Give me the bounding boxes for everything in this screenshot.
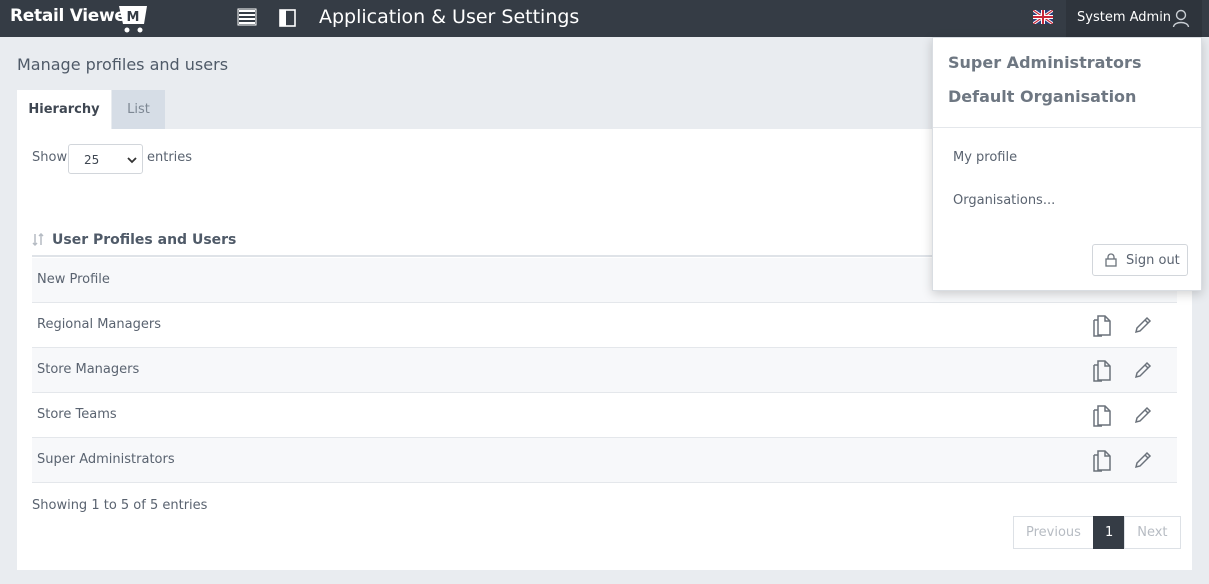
next-page-button[interactable]: Next (1124, 516, 1181, 549)
page-size-value: 25 (84, 153, 100, 167)
user-name: System Admin (1077, 10, 1172, 25)
copy-icon[interactable] (1091, 314, 1113, 338)
logo-mark: M (127, 10, 140, 25)
copy-icon[interactable] (1091, 449, 1113, 473)
app-logo[interactable]: Retail Viewer (10, 4, 134, 34)
sign-out-button[interactable]: Sign out (1092, 244, 1188, 276)
logo-cart-icon: M (119, 6, 147, 33)
show-label: Show (32, 150, 68, 165)
sidebar-toggle-icon[interactable] (278, 8, 298, 28)
row-label: New Profile (37, 272, 110, 287)
copy-icon[interactable] (1091, 404, 1113, 428)
edit-icon[interactable] (1132, 359, 1154, 381)
user-icon (1172, 9, 1190, 28)
user-dropdown-menu: Super Administrators Default Organisatio… (932, 37, 1202, 291)
menu-item-organisations[interactable]: Organisations... (953, 193, 1055, 208)
user-role: Super Administrators (948, 53, 1142, 72)
row-label: Store Managers (37, 362, 140, 377)
entries-label: entries (147, 150, 193, 165)
tab-list[interactable]: List (112, 90, 165, 130)
user-organisation: Default Organisation (948, 87, 1137, 106)
menu-item-my-profile[interactable]: My profile (953, 150, 1017, 165)
top-bar: Retail Viewer M Application & User Setti… (0, 0, 1209, 37)
chevron-down-icon (127, 157, 137, 164)
table-info: Showing 1 to 5 of 5 entries (32, 498, 208, 513)
edit-icon[interactable] (1132, 404, 1154, 426)
edit-icon[interactable] (1132, 449, 1154, 471)
row-label: Store Teams (37, 407, 117, 422)
sort-icon (32, 233, 44, 247)
pagination: Previous 1 Next (1013, 516, 1181, 549)
row-label: Regional Managers (37, 317, 161, 332)
lock-icon (1105, 253, 1117, 267)
table-row[interactable]: Store Managers (32, 348, 1177, 393)
menu-divider (933, 127, 1201, 128)
sign-out-label: Sign out (1126, 253, 1180, 268)
table-row[interactable]: Regional Managers (32, 303, 1177, 348)
hamburger-icon[interactable] (237, 8, 259, 28)
logo-text: Retail Viewer (10, 6, 134, 26)
row-label: Super Administrators (37, 452, 175, 467)
previous-page-button[interactable]: Previous (1013, 516, 1094, 549)
copy-icon[interactable] (1091, 359, 1113, 383)
user-menu-toggle[interactable]: System Admin (1066, 0, 1202, 37)
column-header-label: User Profiles and Users (52, 232, 237, 248)
app-title: Application & User Settings (319, 6, 580, 28)
edit-icon[interactable] (1132, 314, 1154, 336)
tab-hierarchy[interactable]: Hierarchy (17, 90, 111, 130)
table-row[interactable]: Store Teams (32, 393, 1177, 438)
uk-flag-icon[interactable] (1033, 10, 1053, 24)
page-1-button[interactable]: 1 (1092, 516, 1126, 549)
table-row[interactable]: Super Administrators (32, 438, 1177, 483)
page-title: Manage profiles and users (17, 55, 229, 74)
page-size-select[interactable]: 25 (68, 144, 143, 174)
